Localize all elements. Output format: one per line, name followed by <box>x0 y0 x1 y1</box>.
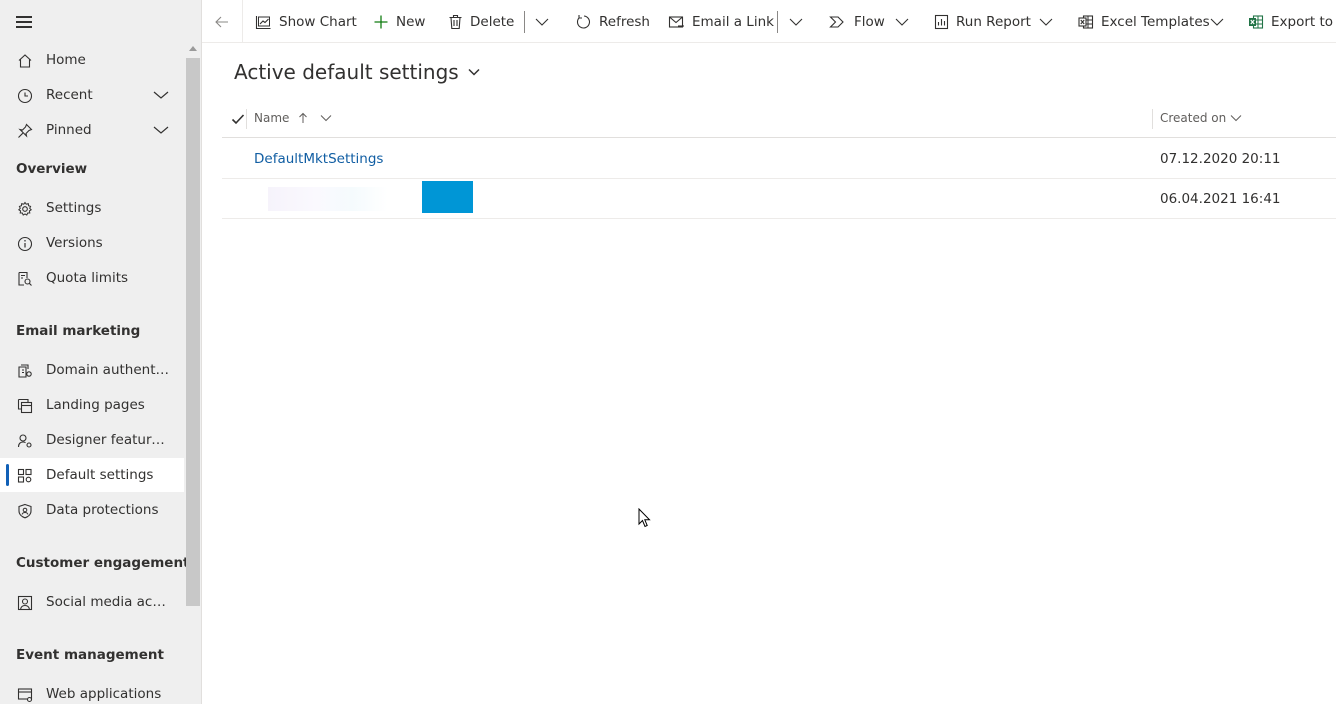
sidebar-item-label: Home <box>46 52 86 68</box>
gear-icon <box>16 200 34 218</box>
excel-templates-icon <box>1078 14 1094 29</box>
toolbar-separator <box>777 11 778 33</box>
sidebar-item-social-media-accounts[interactable]: Social media acco... <box>0 585 184 619</box>
sidebar-item-web-applications[interactable]: Web applications <box>0 677 184 704</box>
sidebar-item-data-protections[interactable]: Data protections <box>0 493 184 527</box>
chevron-down-icon[interactable] <box>894 14 910 30</box>
command-bar: Show Chart New Delete Refresh Email a Li… <box>202 0 1336 43</box>
section-title-customer-engagement: Customer engagement <box>16 555 190 571</box>
chevron-down-icon[interactable] <box>152 123 170 137</box>
chevron-down-icon[interactable] <box>1209 14 1225 30</box>
social-icon <box>16 594 34 612</box>
sidebar-item-domain-authentication[interactable]: Domain authentic... <box>0 353 184 387</box>
pin-icon <box>16 122 34 140</box>
table-row[interactable]: DefaultMktSettings 07.12.2020 20:11 <box>222 139 1336 179</box>
person-settings-icon <box>16 432 34 450</box>
section-title-overview: Overview <box>16 161 88 177</box>
redacted-block <box>422 181 473 213</box>
chevron-down-icon[interactable] <box>788 14 804 30</box>
chevron-down-icon[interactable] <box>152 88 170 102</box>
column-divider <box>246 109 247 129</box>
chevron-down-icon[interactable] <box>1038 14 1054 30</box>
table-row[interactable]: 06.04.2021 16:41 <box>222 179 1336 219</box>
sidebar-item-landing-pages[interactable]: Landing pages <box>0 388 184 422</box>
sidebar-item-versions[interactable]: Versions <box>0 226 184 260</box>
sidebar-scrollbar[interactable] <box>186 44 200 704</box>
created-on-cell: 07.12.2020 20:11 <box>1160 151 1281 167</box>
section-title-email-marketing: Email marketing <box>16 323 141 339</box>
email-link-button[interactable]: Email a Link <box>668 0 774 43</box>
excel-templates-button[interactable]: Excel Templates <box>1078 0 1210 43</box>
sidebar-item-label: Designer feature ... <box>46 432 170 448</box>
page-title: Active default settings <box>234 60 459 84</box>
sidebar-item-label: Settings <box>46 200 102 216</box>
default-settings-icon <box>16 467 34 485</box>
show-chart-button[interactable]: Show Chart <box>255 0 357 43</box>
report-icon <box>934 14 949 29</box>
sidebar-item-settings[interactable]: Settings <box>0 191 184 225</box>
hamburger-menu-icon[interactable] <box>16 14 34 28</box>
web-app-icon <box>16 686 34 704</box>
mouse-cursor-icon <box>638 508 651 528</box>
sidebar-item-label: Domain authentic... <box>46 362 170 378</box>
record-name-link[interactable]: DefaultMktSettings <box>254 151 383 167</box>
chart-icon <box>255 15 271 29</box>
chevron-down-icon[interactable] <box>320 112 332 124</box>
chevron-down-icon <box>468 68 480 76</box>
redacted-region <box>268 187 388 211</box>
column-header-created-on[interactable]: Created on <box>1160 111 1242 125</box>
chevron-down-icon[interactable] <box>534 14 550 30</box>
back-arrow-icon <box>215 16 228 27</box>
sidebar-item-label: Default settings <box>46 467 154 483</box>
grid-header: Name Created on <box>222 100 1336 138</box>
sidebar-item-designer-feature[interactable]: Designer feature ... <box>0 423 184 457</box>
sidebar-item-label: Web applications <box>46 686 162 702</box>
sidebar-item-label: Social media acco... <box>46 594 170 610</box>
sidebar-item-recent[interactable]: Recent <box>0 78 184 112</box>
back-button[interactable] <box>214 0 230 43</box>
sidebar-item-quota-limits[interactable]: Quota limits <box>0 261 184 295</box>
column-divider <box>1152 109 1153 129</box>
sort-ascending-icon <box>299 112 308 123</box>
sidebar-item-pinned[interactable]: Pinned <box>0 113 184 147</box>
sidebar: Home Recent Pinned Overview Settings Ver… <box>0 0 202 704</box>
sidebar-item-default-settings[interactable]: Default settings <box>0 458 184 492</box>
trash-icon <box>449 14 462 29</box>
column-header-name[interactable]: Name <box>254 111 332 125</box>
delete-button[interactable]: Delete <box>448 0 514 43</box>
export-to-excel-button[interactable]: Export to E <box>1248 0 1336 43</box>
email-link-icon <box>668 15 684 28</box>
clock-icon <box>16 87 34 105</box>
quota-icon <box>16 270 34 288</box>
sidebar-item-home[interactable]: Home <box>0 43 184 77</box>
toolbar-separator <box>524 11 525 33</box>
scroll-up-arrow-icon[interactable] <box>189 46 197 51</box>
refresh-button[interactable]: Refresh <box>576 0 650 43</box>
section-title-event-management: Event management <box>16 647 164 663</box>
flow-icon <box>829 15 844 28</box>
home-icon <box>16 52 34 70</box>
created-on-cell: 06.04.2021 16:41 <box>1160 191 1281 207</box>
view-selector[interactable]: Active default settings <box>234 60 481 84</box>
active-indicator <box>6 464 9 486</box>
sidebar-item-label: Versions <box>46 235 103 251</box>
chevron-down-icon[interactable] <box>1230 112 1242 124</box>
sidebar-item-label: Data protections <box>46 502 159 518</box>
sidebar-item-label: Landing pages <box>46 397 145 413</box>
plus-icon <box>374 15 388 28</box>
excel-icon <box>1249 14 1264 29</box>
toolbar-divider <box>242 0 243 43</box>
new-button[interactable]: New <box>373 0 425 43</box>
domain-icon <box>16 362 34 380</box>
scrollbar-thumb[interactable] <box>186 58 200 606</box>
run-report-button[interactable]: Run Report <box>934 0 1031 43</box>
info-icon <box>16 235 34 253</box>
select-all-checkmark-icon[interactable] <box>230 111 246 127</box>
pages-icon <box>16 397 34 415</box>
refresh-icon <box>576 14 590 28</box>
sidebar-item-label: Quota limits <box>46 270 129 286</box>
flow-button[interactable]: Flow <box>829 0 885 43</box>
shield-icon <box>16 502 34 520</box>
